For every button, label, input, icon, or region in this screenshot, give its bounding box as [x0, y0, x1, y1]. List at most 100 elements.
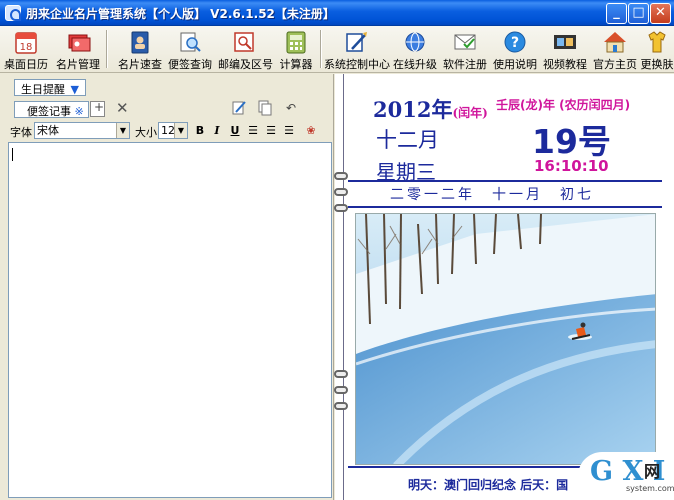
toolbar-separator: [320, 30, 322, 68]
toolbar-postcode[interactable]: 邮编及区号: [218, 29, 273, 71]
toolbar-label: 名片管理: [56, 58, 100, 71]
toolbar-label: 视频教程: [543, 58, 587, 71]
toolbar-label: 计算器: [279, 58, 313, 71]
toolbar-note-search[interactable]: 便签查询: [168, 29, 212, 71]
size-select[interactable]: 12 ▼: [158, 122, 188, 139]
toolbar-card-lookup[interactable]: 名片速查: [118, 29, 162, 71]
binder-ring: [334, 172, 348, 180]
toolbar-label: 名片速查: [118, 58, 162, 71]
svg-text:18: 18: [20, 42, 33, 53]
chevron-down-icon: ▼: [174, 123, 187, 138]
text-caret: [12, 148, 13, 161]
maximize-icon: □: [632, 5, 645, 20]
tab-birthday-reminder[interactable]: 生日提醒 ▼: [14, 79, 86, 96]
cards-icon: [68, 34, 91, 52]
online-upgrade-icon: [405, 32, 425, 52]
notes-panel: 生日提醒 ▼ 便签记事 ※ ✕ ↶ 字体 宋体 ▼ 大小 12 ▼ B I U …: [0, 74, 334, 500]
toolbar-help[interactable]: ? 使用说明: [492, 29, 538, 71]
toolbar-label: 便签查询: [168, 58, 212, 71]
watermark-logo: G X I 网 system.com: [578, 452, 674, 500]
watermark-net: 网: [644, 462, 661, 481]
bold-button[interactable]: B: [193, 123, 207, 138]
calendar-day: 19号: [532, 122, 611, 161]
font-value: 宋体: [37, 124, 59, 137]
align-left-icon[interactable]: ☰: [246, 123, 260, 138]
calendar-clock: 16:10:10: [534, 157, 609, 175]
font-select[interactable]: 宋体 ▼: [34, 122, 130, 139]
font-label: 字体: [10, 126, 32, 139]
italic-button[interactable]: I: [210, 123, 224, 138]
calculator-icon: [286, 31, 306, 54]
edit-icon[interactable]: [232, 100, 246, 116]
toolbar-label: 更换肤: [640, 58, 674, 71]
toolbar-label: 官方主页: [593, 58, 637, 71]
chevron-down-icon: ▼: [116, 123, 129, 138]
calendar-year: 2012年(闰年): [373, 94, 488, 124]
minimize-icon: _: [613, 5, 620, 20]
toolbar-online-upgrade[interactable]: 在线升级: [392, 29, 438, 71]
watermark-sub: system.com: [626, 484, 674, 493]
ganzhi-year: 壬辰(龙)年 (农历闰四月): [496, 98, 631, 112]
add-note-button[interactable]: [90, 100, 105, 117]
toolbar-label: 使用说明: [493, 58, 537, 71]
maximize-button[interactable]: □: [628, 3, 649, 24]
year-text: 2012年: [373, 97, 453, 122]
chevron-down-icon: ▼: [70, 83, 79, 96]
minimize-button[interactable]: _: [606, 3, 627, 24]
help-icon: ?: [504, 31, 526, 53]
undo-icon[interactable]: ↶: [286, 101, 296, 115]
toolbar-desktop-calendar[interactable]: 18 桌面日历: [4, 29, 48, 71]
underline-button[interactable]: U: [228, 123, 242, 138]
size-label: 大小: [135, 126, 157, 139]
toolbar-separator: [106, 30, 108, 68]
leap-year-note: (闰年): [452, 106, 488, 120]
snowboard-photo: [356, 214, 655, 464]
note-editor[interactable]: [8, 142, 332, 498]
toolbar-label: 邮编及区号: [218, 58, 273, 71]
copy-icon[interactable]: [258, 100, 272, 116]
control-center-icon: [346, 32, 367, 52]
palette-icon[interactable]: ❀: [304, 123, 318, 138]
toolbar-card-manage[interactable]: 名片管理: [56, 29, 100, 71]
home-icon: [604, 32, 626, 53]
toolbar-label: 软件注册: [443, 58, 487, 71]
binder-ring: [334, 204, 348, 212]
calendar-spine: [343, 74, 345, 500]
star-icon: ※: [74, 105, 84, 118]
toolbar-label: 桌面日历: [4, 58, 48, 71]
contact-book-icon: [131, 31, 149, 54]
app-icon: [5, 5, 21, 21]
toolbar-homepage[interactable]: 官方主页: [592, 29, 638, 71]
binder-ring: [334, 188, 348, 196]
divider: [348, 180, 662, 182]
divider: [348, 206, 662, 208]
binder-ring: [334, 370, 348, 378]
skin-icon: [648, 31, 666, 53]
toolbar-control-center[interactable]: 系统控制中心: [324, 29, 390, 71]
calendar-icon: 18: [15, 32, 37, 54]
title-bar: 朋来企业名片管理系统【个人版】 V2.6.1.52【未注册】 _ □ ✕: [0, 0, 674, 26]
delete-note-button[interactable]: ✕: [116, 99, 129, 117]
toolbar-register[interactable]: 软件注册: [442, 29, 488, 71]
binder-ring: [334, 402, 348, 410]
toolbar-video[interactable]: 视频教程: [542, 29, 588, 71]
calendar-month: 十二月: [376, 128, 439, 152]
window-title: 朋来企业名片管理系统【个人版】 V2.6.1.52【未注册】: [26, 7, 335, 21]
register-icon: [454, 34, 476, 50]
close-button[interactable]: ✕: [650, 3, 671, 24]
tab-notes[interactable]: 便签记事 ※: [14, 101, 89, 118]
close-icon: ✕: [655, 5, 666, 20]
toolbar-label: 系统控制中心: [324, 58, 390, 71]
toolbar-calculator[interactable]: 计算器: [276, 29, 316, 71]
toolbar-change-skin[interactable]: 更换肤: [640, 29, 674, 71]
note-search-icon: [180, 32, 201, 52]
toolbar-label: 在线升级: [393, 58, 437, 71]
main-toolbar: 18 桌面日历 名片管理 名片速查 便签查询 邮编及区号 计算器 系统控制中心 …: [0, 26, 674, 73]
align-center-icon[interactable]: ☰: [264, 123, 278, 138]
lunar-date: 二零一二年 十一月 初七: [390, 187, 594, 203]
delete-icon: ✕: [116, 99, 129, 117]
tab-label: 便签记事: [27, 105, 71, 118]
tab-label: 生日提醒: [21, 83, 65, 96]
align-right-icon[interactable]: ☰: [282, 123, 296, 138]
binder-ring: [334, 386, 348, 394]
